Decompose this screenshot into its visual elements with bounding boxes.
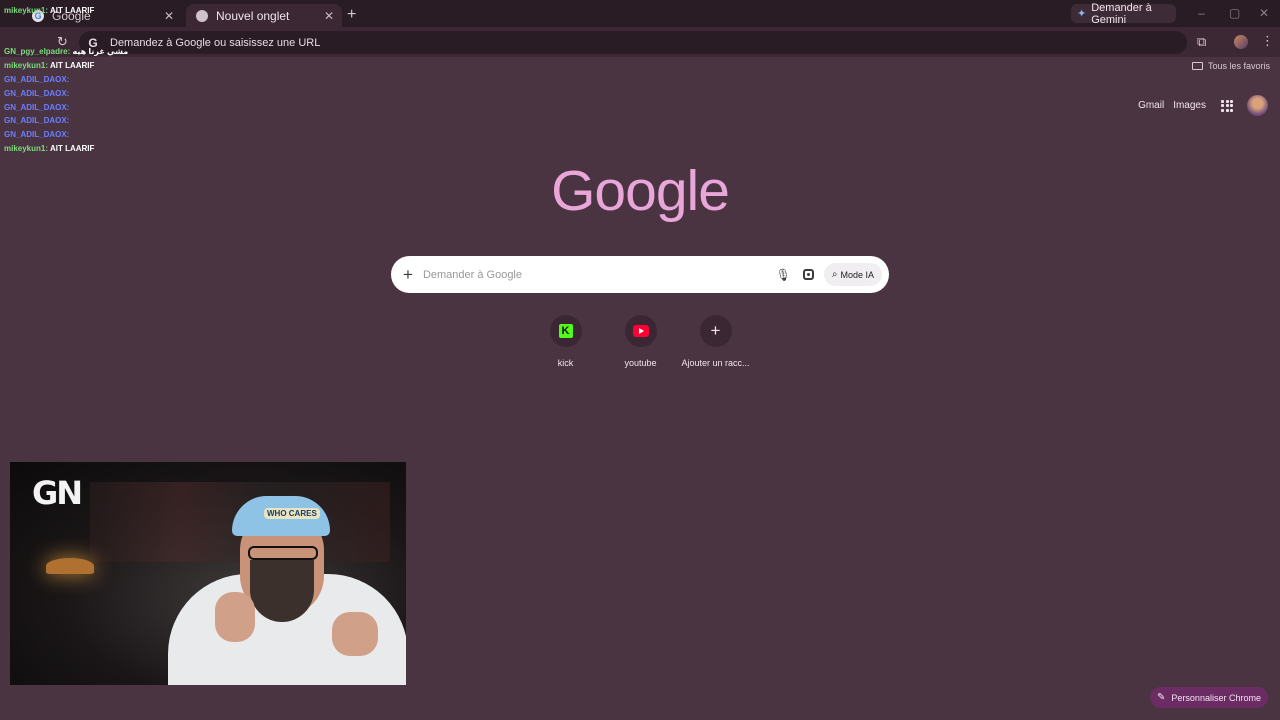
tab-new-tab[interactable]: Nouvel onglet ✕ xyxy=(186,4,342,27)
add-attachment-icon[interactable]: + xyxy=(403,265,413,285)
new-tab-button[interactable]: + xyxy=(347,6,356,24)
search-input[interactable] xyxy=(422,268,776,281)
streamer-hand xyxy=(215,592,255,642)
chat-message: GN_pgy_elpadre: مشي غرنا هيه xyxy=(4,47,129,57)
shortcut-tile: + xyxy=(699,315,732,347)
shortcut-label: Ajouter un racc... xyxy=(681,358,750,368)
close-window-icon[interactable]: ✕ xyxy=(1259,6,1269,20)
ai-mode-button[interactable]: ⌕ Mode IA xyxy=(823,263,882,286)
chat-message: GN_ADIL_DAOX: xyxy=(4,74,70,84)
google-lens-icon[interactable] xyxy=(802,269,814,280)
chat-message: GN_ADIL_DAOX: xyxy=(4,130,70,140)
close-icon[interactable]: ✕ xyxy=(164,9,174,23)
shortcut-tile: K xyxy=(549,315,582,347)
microphone-icon[interactable]: 🎙 xyxy=(776,268,791,282)
google-logo: Google xyxy=(551,159,730,223)
chat-message: mikeykun1: AIT LAARIF xyxy=(4,61,95,71)
cap-text: WHO CARES xyxy=(264,508,320,519)
account-avatar[interactable] xyxy=(1247,95,1268,116)
ai-search-icon: ⌕ xyxy=(831,269,838,280)
chat-message: GN_ADIL_DAOX: xyxy=(4,88,70,98)
shortcut-youtube[interactable]: youtube xyxy=(603,315,678,368)
google-apps-icon[interactable] xyxy=(1221,99,1233,112)
gmail-link[interactable]: Gmail xyxy=(1138,100,1164,111)
chat-message: GN_ADIL_DAOX: xyxy=(4,102,70,112)
background-lamp xyxy=(46,558,94,574)
shortcut-label: kick xyxy=(557,358,574,368)
youtube-icon xyxy=(632,325,649,337)
stream-chat-overlay: mikeykun1: AIT LAARIF GN_pgy_elpadre: مش… xyxy=(4,4,128,156)
toolbar: ↻ G Demandez à Google ou saisissez une U… xyxy=(0,27,1280,57)
folder-icon xyxy=(1191,62,1203,70)
gn-logo: GN xyxy=(32,474,83,512)
customize-chrome-label: Personnaliser Chrome xyxy=(1171,692,1261,703)
images-link[interactable]: Images xyxy=(1173,100,1206,111)
customize-chrome-button[interactable]: ✎ Personnaliser Chrome xyxy=(1150,687,1268,708)
webcam-overlay: WHO CARES GN xyxy=(10,462,406,685)
extensions-icon[interactable]: ⧉ xyxy=(1197,34,1206,50)
omnibox[interactable]: G Demandez à Google ou saisissez une URL xyxy=(79,31,1187,54)
top-links: Gmail Images xyxy=(1138,95,1268,116)
streamer-beard xyxy=(250,560,314,622)
all-bookmarks-button[interactable]: Tous les favoris xyxy=(1191,61,1270,71)
profile-avatar-icon[interactable] xyxy=(1234,35,1248,49)
chat-message: GN_ADIL_DAOX: xyxy=(4,116,70,126)
menu-dots-icon[interactable]: ⋮ xyxy=(1261,33,1274,49)
pencil-icon: ✎ xyxy=(1157,692,1166,703)
chat-message xyxy=(4,18,128,32)
omnibox-placeholder: Demandez à Google ou saisissez une URL xyxy=(110,36,321,49)
chat-message: mikeykun1: AIT LAARIF xyxy=(4,143,95,153)
streamer-hand xyxy=(332,612,378,656)
shortcuts: K kick youtube + Ajouter un racc... xyxy=(528,315,753,368)
chat-message: mikeykun1: AIT LAARIF xyxy=(4,6,95,15)
shortcut-kick[interactable]: K kick xyxy=(528,315,603,368)
ask-gemini-button[interactable]: ✦ Demander à Gemini xyxy=(1071,1,1176,26)
minimize-icon[interactable]: – xyxy=(1198,6,1205,20)
gemini-sparkle-icon: ✦ xyxy=(1077,8,1087,20)
bookmarks-bar: Tous les favoris xyxy=(0,57,1280,77)
chat-message xyxy=(4,32,128,46)
search-box: + 🎙 ⌕ Mode IA xyxy=(391,256,889,293)
chrome-favicon-icon xyxy=(196,9,208,22)
ask-gemini-label: Demander à Gemini xyxy=(1091,1,1152,26)
shortcut-label: youtube xyxy=(624,358,657,368)
tab-title: Nouvel onglet xyxy=(216,8,290,23)
streamer-glasses xyxy=(248,546,318,560)
shortcut-add[interactable]: + Ajouter un racc... xyxy=(678,315,753,368)
maximize-icon[interactable]: ▢ xyxy=(1229,6,1240,20)
kick-icon: K xyxy=(558,324,573,338)
ai-mode-label: Mode IA xyxy=(840,269,874,280)
shortcut-tile xyxy=(624,315,657,347)
close-icon[interactable]: ✕ xyxy=(324,9,334,23)
all-bookmarks-label: Tous les favoris xyxy=(1207,61,1270,71)
plus-icon: + xyxy=(710,321,721,340)
tab-strip: G Google ✕ Nouvel onglet ✕ + ✦ Demander … xyxy=(0,0,1280,27)
